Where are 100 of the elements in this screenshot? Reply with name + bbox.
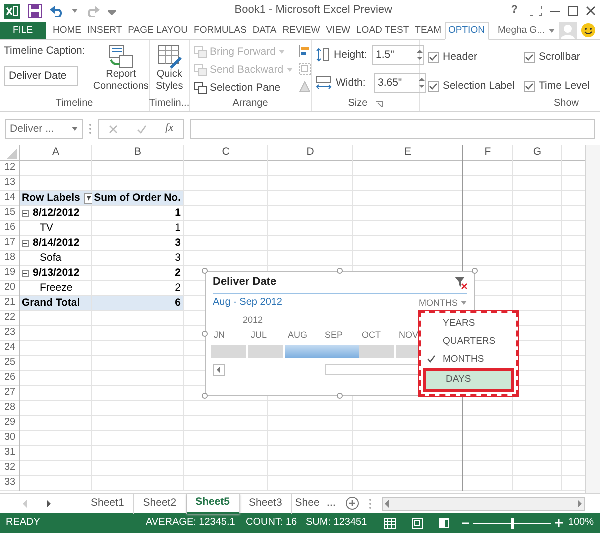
row-header[interactable]: 17 <box>0 236 20 251</box>
column-header[interactable]: E <box>353 145 463 161</box>
row-header[interactable]: 16 <box>0 221 20 236</box>
quick-styles-button[interactable]: Quick Styles <box>154 43 186 97</box>
group-label: Show <box>554 98 580 110</box>
ribbon-tab[interactable]: DATA <box>250 22 280 39</box>
row-header[interactable]: 22 <box>0 311 20 326</box>
row-header[interactable]: 14 <box>0 191 20 206</box>
group-label: Arrange <box>232 98 268 110</box>
table-cell-text: 2 <box>174 266 182 280</box>
menu-item[interactable]: YEARS <box>423 315 514 333</box>
column-header[interactable]: C <box>184 145 268 161</box>
row-header[interactable]: 30 <box>0 431 20 446</box>
month-label: NOV <box>398 330 420 341</box>
window-title: Book1 - Microsoft Excel Preview <box>234 4 394 18</box>
row-header[interactable]: 29 <box>0 416 20 431</box>
row-header[interactable]: 19 <box>0 266 20 281</box>
ribbon-tab[interactable]: PAGE LAYOU <box>125 22 192 39</box>
table-cell-text: 1 <box>174 206 182 220</box>
group-label: Size <box>348 98 368 110</box>
month-label: JUL <box>250 330 268 341</box>
checkbox-option[interactable]: Header <box>428 47 524 68</box>
spin-field[interactable]: 3.65" <box>374 73 426 93</box>
size-label: Width: <box>336 76 367 90</box>
ribbon-tab[interactable]: FILE <box>0 22 46 39</box>
column-header[interactable]: D <box>268 145 353 161</box>
month-label: AUG <box>287 330 309 341</box>
row-header[interactable]: 20 <box>0 281 20 296</box>
arrange-item[interactable]: Selection Pane <box>194 79 293 97</box>
month-label: JN <box>213 330 226 341</box>
table-cell: 9/13/2012 <box>33 266 80 280</box>
column-header[interactable]: A <box>20 145 92 161</box>
table-cell-text: 3 <box>174 236 182 250</box>
ribbon-tab[interactable]: FORMULAS <box>191 22 250 39</box>
checkbox-option[interactable]: Selection Label <box>428 76 524 97</box>
caption-label: Timeline Caption: <box>4 45 86 58</box>
checkbox-option[interactable]: Time Level <box>524 76 594 97</box>
row-header[interactable]: 27 <box>0 386 20 401</box>
row-header[interactable]: 12 <box>0 161 20 176</box>
user-name[interactable]: Megha G... <box>498 24 545 36</box>
sheet-tab[interactable]: Sheet5 <box>186 494 240 514</box>
row-header[interactable]: 18 <box>0 251 20 266</box>
row-header[interactable]: 21 <box>0 296 20 311</box>
table-cell-text: 1 <box>174 221 182 235</box>
ribbon-tab[interactable]: HOME <box>50 22 84 39</box>
table-cell: 8/12/2012 <box>33 206 80 220</box>
ribbon-tab[interactable]: INSERT <box>84 22 126 39</box>
ribbon-tab[interactable]: LOAD TEST <box>354 22 412 39</box>
row-header[interactable]: 13 <box>0 176 20 191</box>
group-label: Timeline <box>56 98 94 110</box>
menu-item[interactable]: QUARTERS <box>423 332 514 350</box>
time-level-dropdown[interactable]: MONTHS <box>419 298 467 309</box>
table-cell-text: TV <box>39 221 54 235</box>
table-cell: 6 <box>92 296 183 310</box>
ribbon-tab[interactable]: VIEW <box>323 22 354 39</box>
row-header[interactable]: 32 <box>0 461 20 476</box>
report-connections-button[interactable]: Report Connections <box>91 43 151 97</box>
group-label: Timelin... <box>149 98 190 110</box>
ribbon-tab[interactable]: OPTION <box>444 22 489 40</box>
row-header[interactable]: 24 <box>0 341 20 356</box>
table-cell: Row Labels <box>22 191 80 205</box>
caption-field[interactable]: Deliver Date <box>4 66 78 86</box>
year-label: 2012 <box>243 315 264 326</box>
average-readout: AVERAGE: 12345.1 <box>146 517 236 529</box>
table-cell-text: Sofa <box>39 251 63 265</box>
checkbox-option[interactable]: Scrollbar <box>524 47 594 68</box>
menu-item[interactable]: MONTHS <box>423 350 514 368</box>
timeline-title: Deliver Date <box>213 276 277 290</box>
zoom-level[interactable]: 100% <box>568 517 594 529</box>
menu-item[interactable]: DAYS <box>423 368 514 392</box>
row-header[interactable]: 15 <box>0 206 20 221</box>
row-header[interactable]: 31 <box>0 446 20 461</box>
row-header[interactable]: 28 <box>0 401 20 416</box>
column-header[interactable]: F <box>463 145 513 161</box>
size-label: Height: <box>334 48 368 62</box>
month-label: SEP <box>324 330 344 341</box>
column-header[interactable]: G <box>513 145 562 161</box>
name-box[interactable]: Deliver ... <box>5 119 83 139</box>
row-header[interactable]: 25 <box>0 356 20 371</box>
table-cell: 8/14/2012 <box>33 236 80 250</box>
insert-function-button[interactable]: fx <box>166 122 174 136</box>
table-cell-text: 3 <box>174 251 182 265</box>
table-cell-text: Freeze <box>39 281 74 295</box>
table-cell-text: 2 <box>174 281 182 295</box>
ribbon-tab[interactable]: TEAM <box>412 22 445 39</box>
status-text: READY <box>6 517 42 529</box>
row-header[interactable]: 23 <box>0 326 20 341</box>
help-button[interactable]: ? <box>511 4 518 18</box>
count-readout: COUNT: 16 <box>246 517 298 529</box>
selected-range: Aug - Sep 2012 <box>213 297 282 310</box>
table-cell: Grand Total <box>20 296 91 310</box>
month-label: OCT <box>361 330 382 341</box>
sum-readout: SUM: 123451 <box>306 517 368 529</box>
more-sheets-button[interactable]: ... <box>326 496 336 510</box>
column-header[interactable]: B <box>92 145 184 161</box>
ribbon-tab[interactable]: REVIEW <box>280 22 324 39</box>
sheet-tab[interactable]: Shee <box>292 494 323 514</box>
row-header[interactable]: 26 <box>0 371 20 386</box>
row-header[interactable]: 33 <box>0 476 20 491</box>
spin-field[interactable]: 1.5" <box>372 45 424 65</box>
